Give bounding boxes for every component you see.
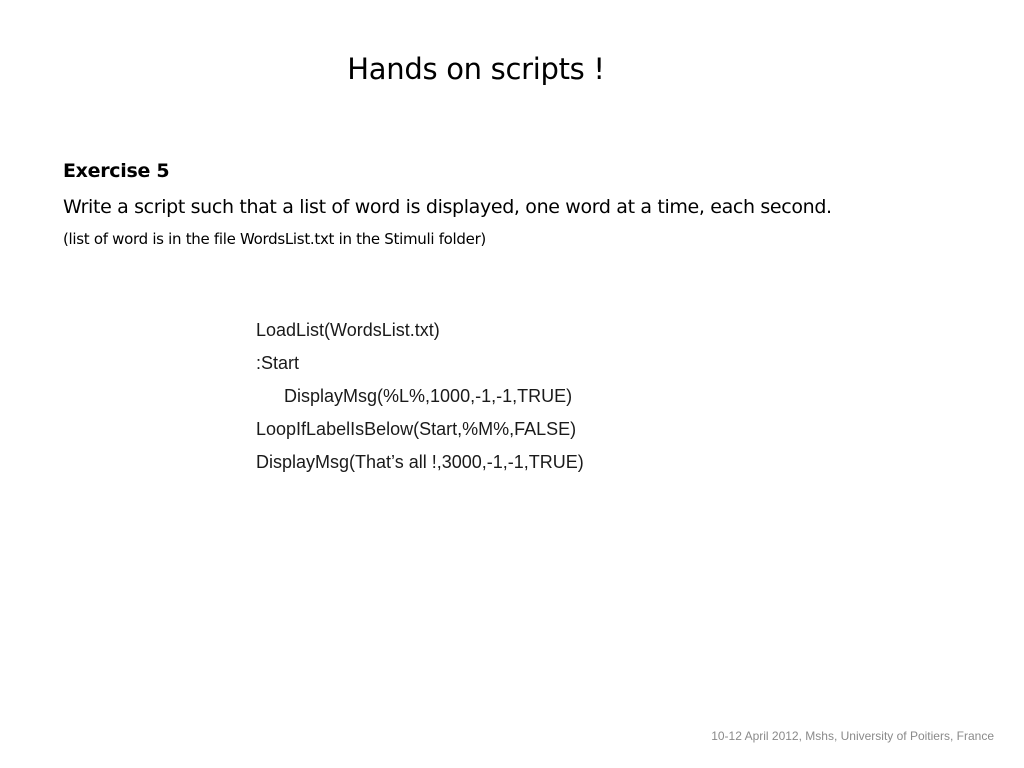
- slide: Hands on scripts ! Exercise 5 Write a sc…: [0, 0, 1024, 768]
- exercise-description: Write a script such that a list of word …: [63, 196, 832, 218]
- code-line-display-end: DisplayMsg(That’s all !,3000,-1,-1,TRUE): [256, 452, 584, 472]
- exercise-body: Exercise 5 Write a script such that a li…: [63, 156, 983, 254]
- exercise-heading: Exercise 5: [63, 160, 170, 182]
- slide-footer: 10-12 April 2012, Mshs, University of Po…: [711, 729, 994, 743]
- exercise-note: (list of word is in the file WordsList.t…: [63, 230, 486, 248]
- code-line-start-label: :Start: [256, 353, 300, 373]
- code-line-display-word: DisplayMsg(%L%,1000,-1,-1,TRUE): [284, 386, 573, 406]
- slide-title: Hands on scripts !: [347, 52, 605, 86]
- code-line-load-list: LoadList(WordsList.txt): [256, 320, 440, 340]
- code-line-loop: LoopIfLabelIsBelow(Start,%M%,FALSE): [256, 419, 577, 439]
- code-block: LoadList(WordsList.txt) :Start DisplayMs…: [256, 314, 584, 479]
